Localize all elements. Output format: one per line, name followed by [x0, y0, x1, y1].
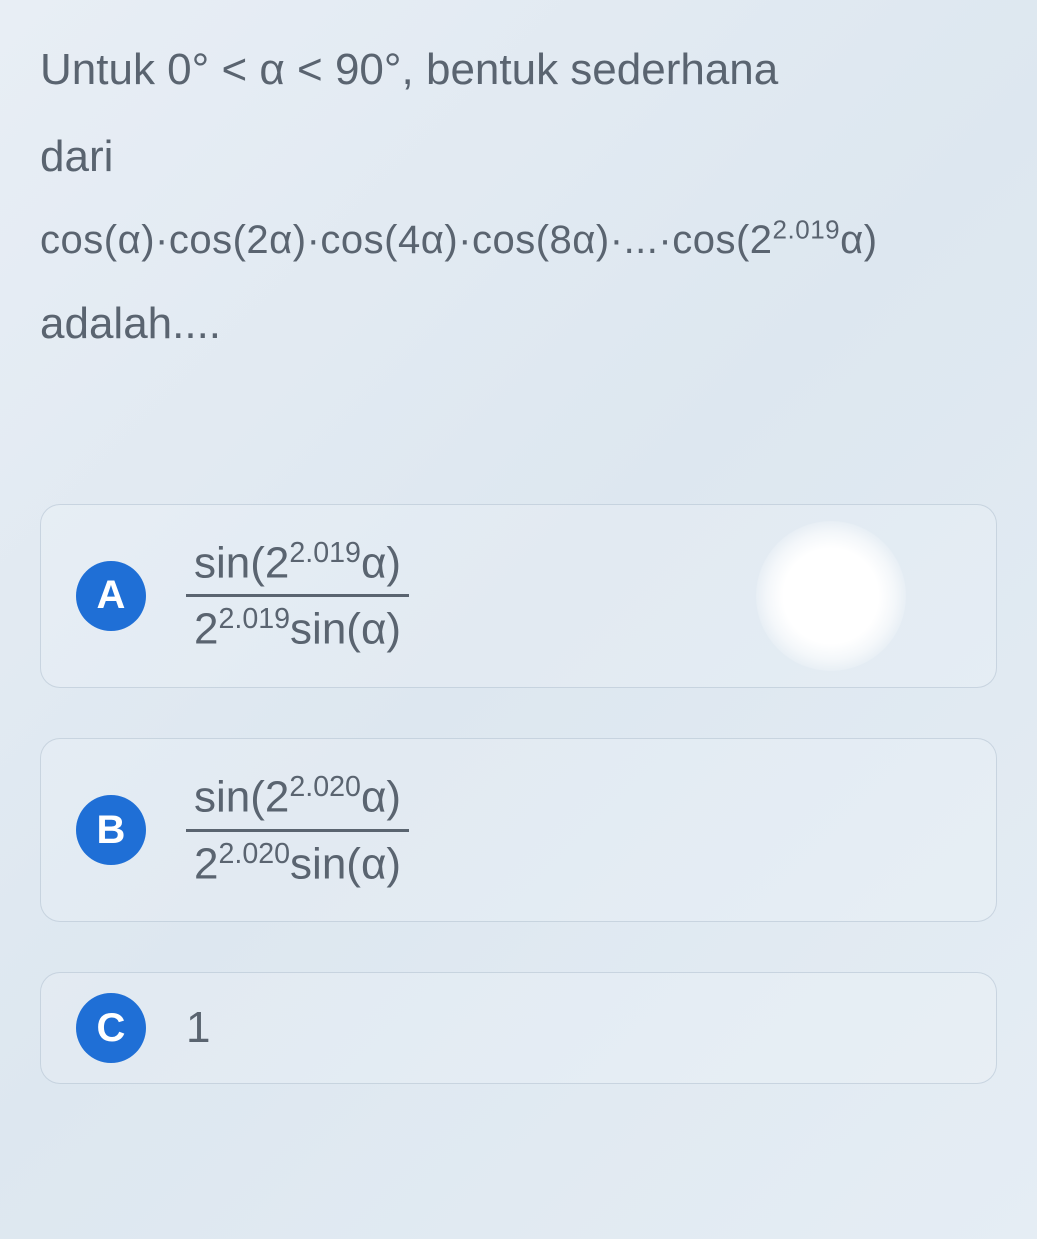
q3-tail: α) [840, 218, 877, 262]
question-line-4: adalah.... [40, 284, 997, 363]
option-b-badge: B [76, 795, 146, 865]
b-den-pre: 2 [194, 839, 218, 888]
option-a-badge: A [76, 561, 146, 631]
q3-exp: 2.019 [773, 215, 841, 245]
option-b-body: sin(22.020α) 22.020sin(α) [186, 769, 409, 891]
a-den-exp: 2.019 [218, 603, 290, 635]
option-b-fraction: sin(22.020α) 22.020sin(α) [186, 769, 409, 891]
option-c-body: 1 [186, 1003, 210, 1053]
question-line-2: dari [40, 117, 997, 196]
option-c[interactable]: C 1 [40, 972, 997, 1084]
a-num-post: α) [361, 538, 401, 587]
flash-glare [756, 521, 906, 671]
option-c-badge: C [76, 993, 146, 1063]
b-num-pre: sin(2 [194, 773, 289, 822]
option-b[interactable]: B sin(22.020α) 22.020sin(α) [40, 738, 997, 922]
q1-math: 0° < α < 90°, [167, 45, 414, 94]
b-den-exp: 2.020 [218, 838, 290, 870]
b-num-exp: 2.020 [289, 771, 361, 803]
q1-prefix: Untuk [40, 45, 167, 94]
a-den-pre: 2 [194, 605, 218, 654]
a-num-pre: sin(2 [194, 538, 289, 587]
option-a-fraction: sin(22.019α) 22.019sin(α) [186, 535, 409, 657]
a-num-exp: 2.019 [289, 537, 361, 569]
question-line-3: cos(α)·cos(2α)·cos(4α)·cos(8α)·...·cos(2… [40, 204, 997, 276]
b-num-post: α) [361, 773, 401, 822]
question-line-1: Untuk 0° < α < 90°, bentuk sederhana [40, 30, 997, 109]
b-den-post: sin(α) [290, 839, 401, 888]
q3-math: cos(α)·cos(2α)·cos(4α)·cos(8α)·...·cos(2 [40, 218, 773, 262]
q1-suffix: bentuk sederhana [426, 45, 778, 94]
option-a-body: sin(22.019α) 22.019sin(α) [186, 535, 409, 657]
question-text: Untuk 0° < α < 90°, bentuk sederhana dar… [40, 30, 997, 364]
options-list: A sin(22.019α) 22.019sin(α) B sin(22.020… [40, 504, 997, 1085]
a-den-post: sin(α) [290, 605, 401, 654]
option-a[interactable]: A sin(22.019α) 22.019sin(α) [40, 504, 997, 688]
